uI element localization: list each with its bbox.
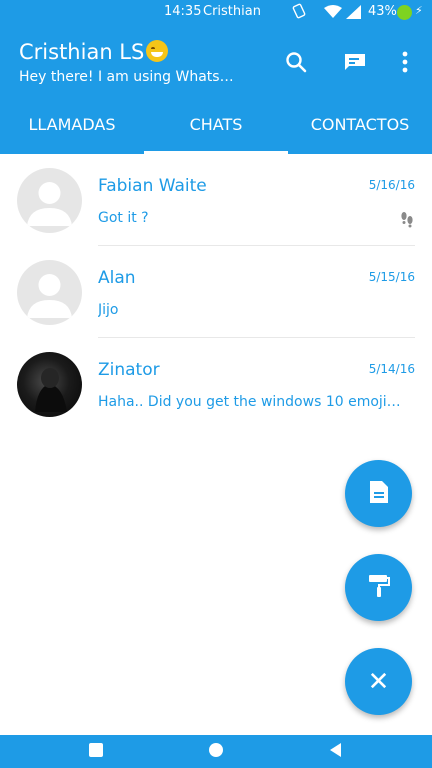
status-bar: 14:35 Cristhian 43% ⚡ [0,0,432,24]
chat-date: 5/14/16 [368,362,415,376]
tab-bar: LLAMADAS CHATS CONTACTOS [0,112,432,154]
paint-roller-icon [367,573,391,603]
profile-name: Cristhian LS [19,40,145,64]
search-icon[interactable] [284,50,308,78]
message-icon[interactable] [343,50,367,78]
chat-last-message: Jijo [98,302,119,318]
status-carrier: Cristhian [203,4,261,19]
document-icon [368,479,390,509]
back-button[interactable] [310,735,362,768]
close-fab[interactable]: ✕ [345,648,412,715]
new-note-fab[interactable] [345,460,412,527]
battery-percent: 43% [368,4,397,19]
recents-icon [89,742,103,761]
chat-name: Fabian Waite [98,176,207,196]
chat-date: 5/15/16 [368,270,415,284]
back-icon [329,742,343,761]
close-icon: ✕ [367,666,390,697]
avatar[interactable] [17,260,82,325]
recents-button[interactable] [70,735,122,768]
system-nav-bar [0,735,432,768]
chat-item-zinator[interactable]: Zinator 5/14/16 Haha.. Did you get the w… [0,338,432,430]
chat-last-message: Haha.. Did you get the windows 10 emoji… [98,394,401,410]
wifi-icon [324,5,342,23]
footprints-icon [399,210,415,232]
chat-date: 5/16/16 [368,178,415,192]
more-vert-icon[interactable] [397,50,413,78]
theme-fab[interactable] [345,554,412,621]
profile-title[interactable]: Cristhian LS [19,40,169,64]
home-button[interactable] [190,735,242,768]
avatar-photo[interactable] [17,352,82,417]
chat-item-alan[interactable]: Alan 5/15/16 Jijo [0,246,432,338]
chat-name: Alan [98,268,136,288]
tab-llamadas[interactable]: LLAMADAS [0,112,144,154]
signal-icon [346,5,361,23]
charging-icon: ⚡ [415,4,423,17]
chat-item-fabian-waite[interactable]: Fabian Waite 5/16/16 Got it ? [0,154,432,246]
battery-icon [397,5,412,20]
status-time: 14:35 [164,4,202,19]
tab-contactos[interactable]: CONTACTOS [288,112,432,154]
avatar[interactable] [17,168,82,233]
home-icon [208,742,224,762]
chat-last-message: Got it ? [98,210,149,226]
app-bar: Cristhian LS Hey there! I am using Whats… [0,24,432,154]
tab-chats[interactable]: CHATS [144,112,288,154]
rotation-icon [292,3,306,23]
chat-name: Zinator [98,360,160,380]
profile-status: Hey there! I am using Whats… [19,69,234,85]
grin-emoji-icon [146,40,169,62]
